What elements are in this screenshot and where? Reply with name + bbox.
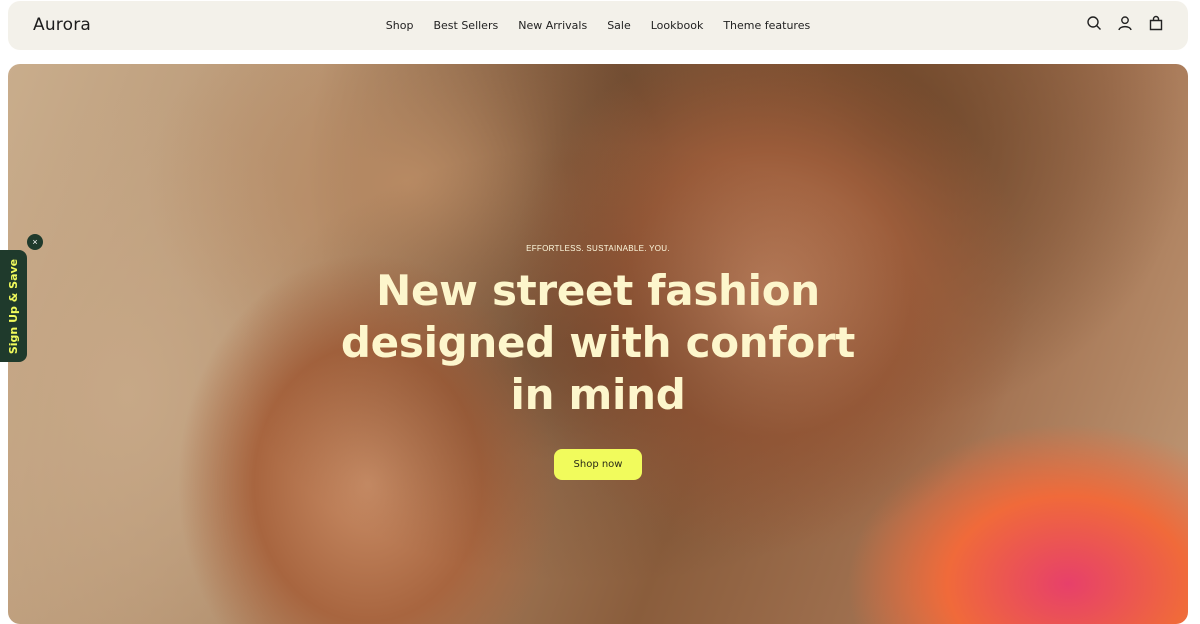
- nav-theme-features[interactable]: Theme features: [723, 19, 810, 32]
- cart-icon[interactable]: [1148, 15, 1164, 31]
- hero-headline: New street fashion designed with confort…: [340, 266, 856, 419]
- nav-lookbook[interactable]: Lookbook: [651, 19, 704, 32]
- account-icon[interactable]: [1117, 15, 1133, 31]
- nav-shop[interactable]: Shop: [386, 19, 414, 32]
- header-icons: [1086, 15, 1164, 31]
- hero-content: EFFORTLESS. SUSTAINABLE. YOU. New street…: [8, 244, 1188, 480]
- hero-eyebrow: EFFORTLESS. SUSTAINABLE. YOU.: [526, 244, 670, 253]
- nav-best-sellers[interactable]: Best Sellers: [433, 19, 498, 32]
- nav-new-arrivals[interactable]: New Arrivals: [518, 19, 587, 32]
- signup-close-icon[interactable]: ×: [27, 234, 43, 250]
- main-nav: Shop Best Sellers New Arrivals Sale Look…: [8, 1, 1188, 50]
- store-logo[interactable]: Aurora: [33, 15, 91, 35]
- hero-banner: EFFORTLESS. SUSTAINABLE. YOU. New street…: [8, 64, 1188, 624]
- shop-now-button[interactable]: Shop now: [553, 449, 643, 480]
- site-header: Aurora Shop Best Sellers New Arrivals Sa…: [8, 1, 1188, 50]
- search-icon[interactable]: [1086, 15, 1102, 31]
- nav-sale[interactable]: Sale: [607, 19, 631, 32]
- signup-tab[interactable]: Sign Up & Save: [0, 250, 27, 362]
- signup-label: Sign Up & Save: [7, 258, 21, 354]
